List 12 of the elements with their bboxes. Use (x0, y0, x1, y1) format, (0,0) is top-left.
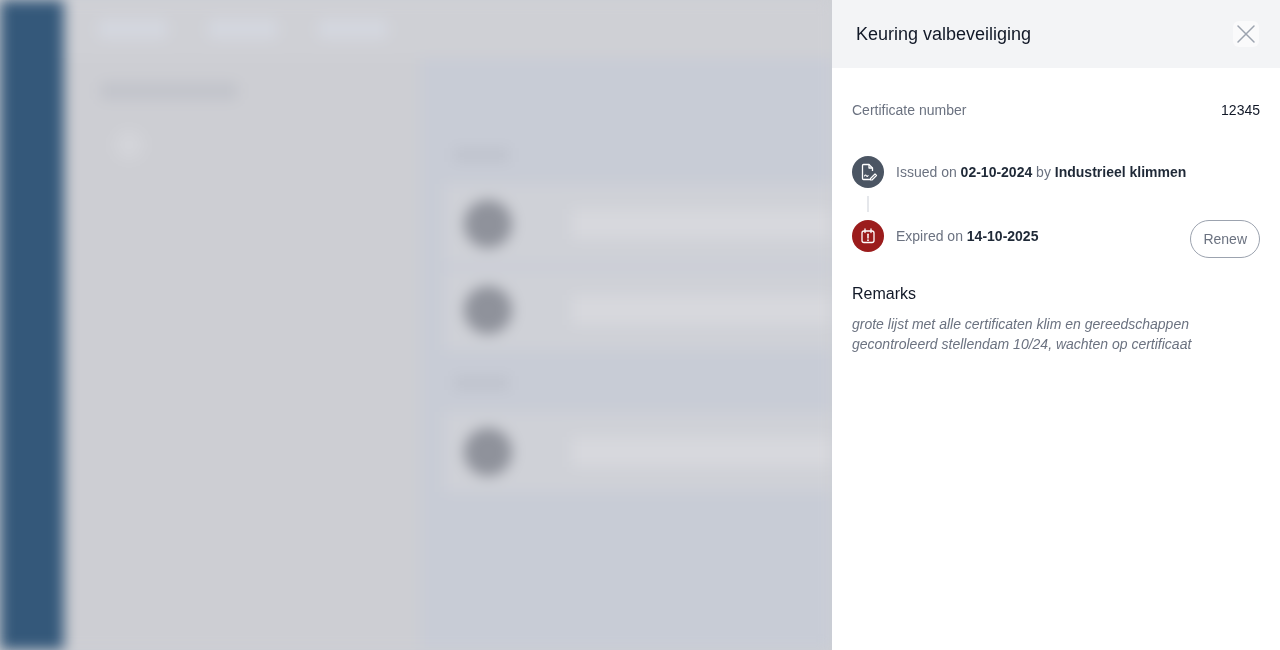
document-pen-icon (852, 156, 884, 188)
remarks-text: grote lijst met alle certificaten klim en gereedschappen gecontroleerd stellendam 10/24, wachten op certificaat (852, 315, 1193, 354)
timeline-event-text: Expired on 14-10-2025 (896, 227, 1040, 246)
close-icon (1236, 24, 1256, 44)
close-button[interactable] (1233, 21, 1259, 47)
detail-label: Certificate number (852, 101, 967, 120)
remarks-heading: Remarks (852, 284, 917, 304)
detail-value: 12345 (1221, 101, 1260, 120)
panel-title: Keuring valbeveiliging (856, 23, 1032, 45)
renew-button[interactable]: Renew (1190, 220, 1260, 258)
calendar-alert-icon (852, 220, 884, 252)
timeline-event-text: Issued on 02-10-2024 by Industrieel klimmen (896, 163, 1188, 182)
